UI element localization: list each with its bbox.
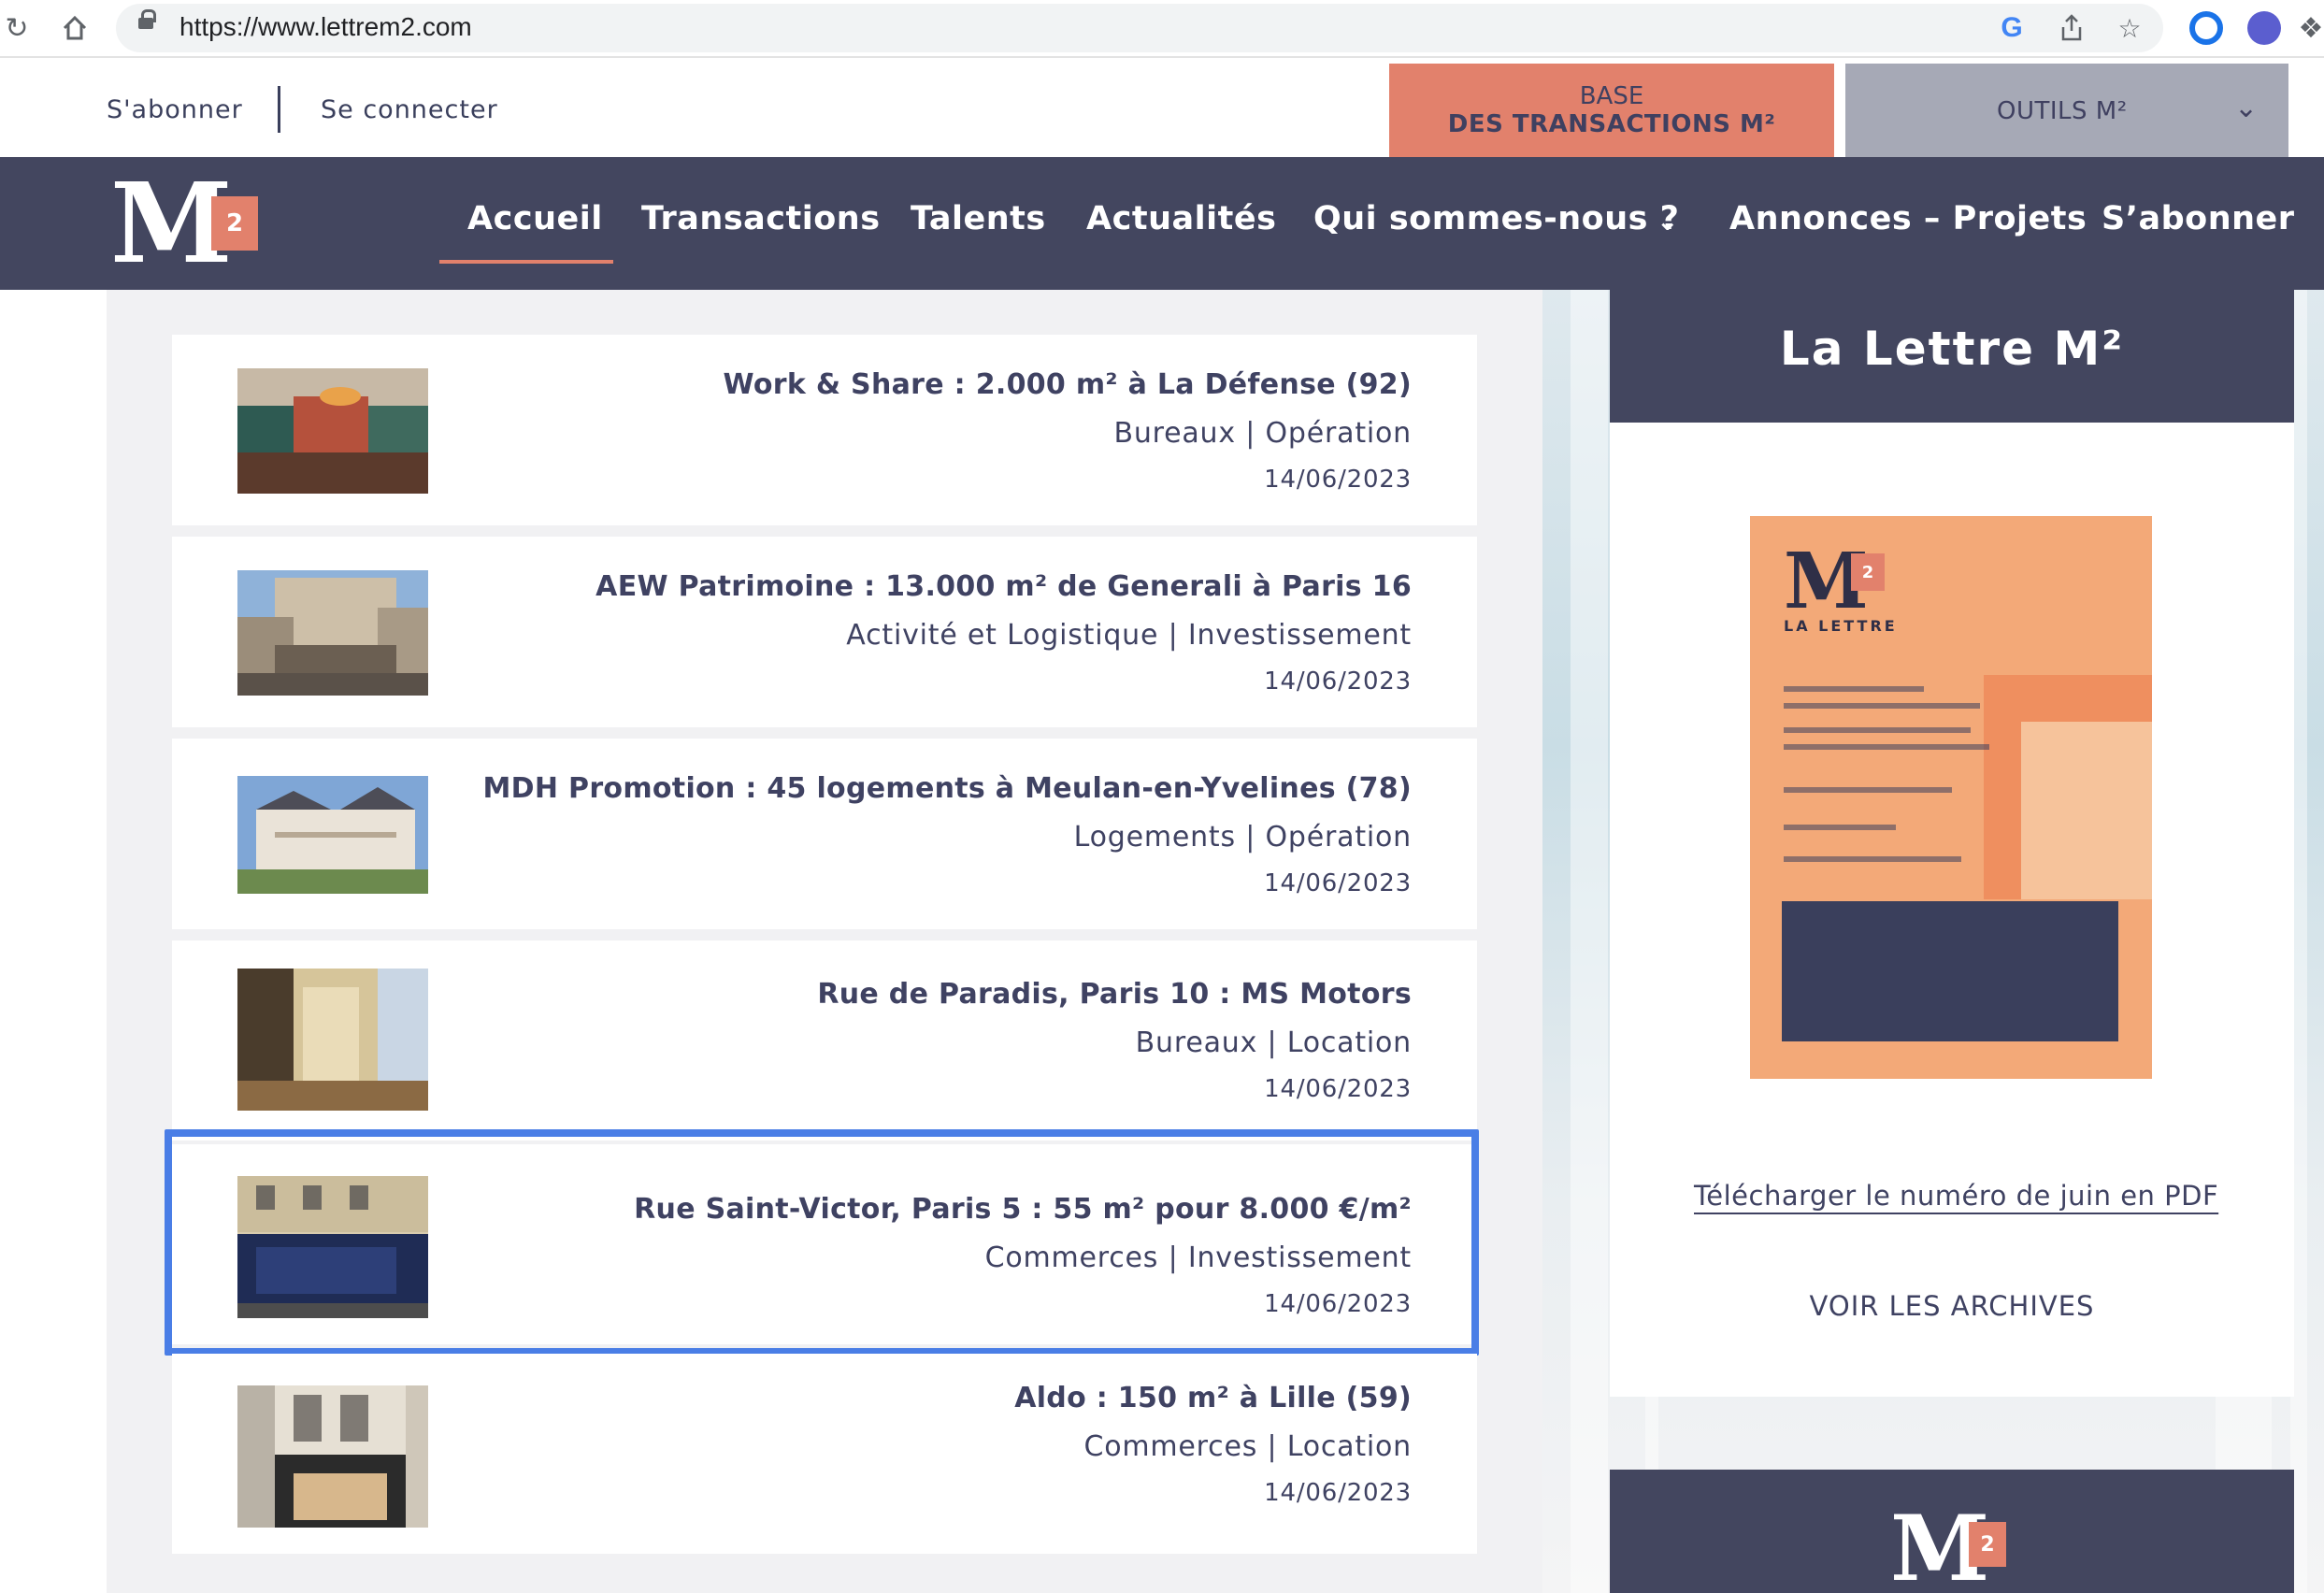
profile-icon[interactable] bbox=[2247, 11, 2281, 45]
article-category[interactable]: Bureaux | Location bbox=[1136, 1026, 1412, 1059]
article-thumbnail[interactable] bbox=[237, 1385, 428, 1528]
lock-icon bbox=[138, 9, 156, 29]
base-label-line2: DES TRANSACTIONS M² bbox=[1447, 110, 1776, 138]
newsletter-widget: La Lettre M² M 2 LA LETTRE Télécharger l… bbox=[1610, 290, 2294, 1397]
download-pdf-link[interactable]: Télécharger le numéro de juin en PDF bbox=[1694, 1180, 2218, 1212]
nav-item-qui-sommes-nous[interactable]: Qui sommes-nous ? bbox=[1313, 200, 1679, 237]
widget-logo-badge: 2 bbox=[1969, 1522, 2006, 1567]
base-label-line1: BASE bbox=[1579, 82, 1644, 110]
article-thumbnail[interactable] bbox=[237, 776, 428, 894]
nav-item-sabonner[interactable]: S’abonner bbox=[2102, 200, 2295, 237]
article-date: 14/06/2023 bbox=[1264, 869, 1412, 897]
article-date: 14/06/2023 bbox=[1264, 1479, 1412, 1507]
article-category[interactable]: Logements | Opération bbox=[1074, 821, 1412, 854]
extension-icon[interactable] bbox=[2189, 11, 2223, 45]
outils-dropdown[interactable]: OUTILS M² ⌄ bbox=[1845, 64, 2288, 157]
reload-icon[interactable]: ↻ bbox=[0, 11, 34, 45]
base-transactions-button[interactable]: BASE DES TRANSACTIONS M² bbox=[1389, 64, 1834, 157]
article-title[interactable]: AEW Patrimoine : 13.000 m² de Generali à… bbox=[595, 570, 1412, 603]
main-navigation: M 2 Accueil Transactions Talents Actuali… bbox=[0, 157, 2324, 290]
logo[interactable]: M 2 bbox=[110, 168, 260, 279]
article-category[interactable]: Commerces | Location bbox=[1083, 1430, 1412, 1463]
article-card[interactable]: Work & Share : 2.000 m² à La Défense (92… bbox=[172, 335, 1477, 525]
home-icon[interactable] bbox=[58, 11, 92, 45]
newsletter-cover-image[interactable]: M 2 LA LETTRE bbox=[1750, 516, 2152, 1079]
url-text: https://www.lettrem2.com bbox=[179, 12, 472, 41]
article-thumbnail[interactable] bbox=[237, 570, 428, 696]
nav-item-actualites[interactable]: Actualités bbox=[1086, 200, 1276, 237]
subscribe-link[interactable]: S'abonner bbox=[107, 95, 243, 124]
login-link[interactable]: Se connecter bbox=[321, 95, 498, 124]
nav-item-transactions[interactable]: Transactions bbox=[641, 200, 881, 237]
archives-link[interactable]: VOIR LES ARCHIVES bbox=[1610, 1290, 2294, 1322]
article-thumbnail[interactable] bbox=[237, 368, 428, 494]
article-title[interactable]: Rue de Paradis, Paris 10 : MS Motors bbox=[817, 978, 1412, 1011]
article-date: 14/06/2023 bbox=[1264, 1075, 1412, 1103]
google-icon[interactable]: G bbox=[1995, 11, 2029, 45]
nav-item-talents[interactable]: Talents bbox=[911, 200, 1046, 237]
address-bar[interactable]: https://www.lettrem2.com G ☆ bbox=[116, 4, 2163, 52]
article-date: 14/06/2023 bbox=[1264, 466, 1412, 494]
article-thumbnail[interactable] bbox=[237, 969, 428, 1111]
article-card[interactable]: Aldo : 150 m² à Lille (59) Commerces | L… bbox=[172, 1354, 1477, 1554]
article-card[interactable]: AEW Patrimoine : 13.000 m² de Generali à… bbox=[172, 537, 1477, 727]
puzzle-icon[interactable]: ❖ bbox=[2298, 11, 2324, 45]
logo-badge: 2 bbox=[211, 196, 258, 251]
logo-letter: M bbox=[110, 158, 233, 288]
nav-item-annonces-projets[interactable]: Annonces – Projets bbox=[1729, 200, 2087, 237]
selection-highlight bbox=[165, 1129, 1479, 1356]
article-title[interactable]: Work & Share : 2.000 m² à La Défense (92… bbox=[724, 368, 1412, 401]
article-date: 14/06/2023 bbox=[1264, 667, 1412, 696]
browser-toolbar: ↻ https://www.lettrem2.com G ☆ ❖ bbox=[0, 0, 2324, 58]
secondary-widget: M 2 bbox=[1610, 1470, 2294, 1593]
article-card[interactable]: MDH Promotion : 45 logements à Meulan-en… bbox=[172, 739, 1477, 929]
newsletter-title: La Lettre M² bbox=[1610, 290, 2294, 423]
article-card[interactable]: Rue de Paradis, Paris 10 : MS Motors Bur… bbox=[172, 940, 1477, 1141]
cover-logo-badge: 2 bbox=[1851, 553, 1885, 591]
article-category[interactable]: Bureaux | Opération bbox=[1113, 417, 1412, 450]
article-title[interactable]: MDH Promotion : 45 logements à Meulan-en… bbox=[483, 772, 1412, 805]
chevron-down-icon: ⌄ bbox=[2234, 92, 2259, 124]
outils-label: OUTILS M² bbox=[1997, 97, 2128, 125]
divider bbox=[278, 86, 280, 133]
article-title[interactable]: Aldo : 150 m² à Lille (59) bbox=[1014, 1382, 1412, 1414]
article-category[interactable]: Activité et Logistique | Investissement bbox=[846, 619, 1412, 652]
utility-bar: S'abonner Se connecter BASE DES TRANSACT… bbox=[0, 60, 2324, 157]
cover-title: LA LETTRE bbox=[1784, 617, 1898, 635]
active-nav-underline bbox=[439, 260, 613, 264]
star-icon[interactable]: ☆ bbox=[2113, 11, 2146, 45]
share-icon[interactable] bbox=[2055, 11, 2088, 45]
chevron-down-icon[interactable]: ⌄ bbox=[1657, 206, 1679, 237]
nav-item-accueil[interactable]: Accueil bbox=[467, 200, 603, 237]
